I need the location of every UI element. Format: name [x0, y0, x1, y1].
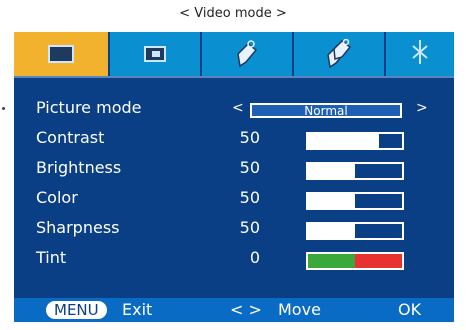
move-label: Move: [278, 300, 321, 319]
tab-screen[interactable]: [110, 32, 202, 76]
tab-lock[interactable]: [294, 32, 386, 76]
contrast-row[interactable]: Contrast 50: [14, 126, 454, 150]
move-keys: < >: [230, 300, 262, 319]
osd-caption: < Video mode >: [179, 6, 287, 21]
tint-red-fill: [355, 254, 402, 268]
picture-mode-next-arrow[interactable]: >: [416, 96, 428, 120]
slider-fill: [308, 164, 355, 178]
picture-mode-label: Picture mode: [36, 98, 142, 117]
setting-value: 50: [239, 188, 260, 207]
slider-fill: [308, 224, 355, 238]
setting-label: Contrast: [36, 128, 105, 147]
exit-label: Exit: [122, 300, 153, 319]
setting-value: 50: [239, 218, 260, 237]
tab-picture[interactable]: [14, 32, 110, 76]
screen-icon: [144, 46, 166, 62]
tab-setup[interactable]: [386, 32, 454, 76]
tint-label: Tint: [36, 248, 67, 267]
tint-row[interactable]: Tint 0: [14, 246, 454, 270]
setting-label: Brightness: [36, 158, 122, 177]
tint-slider[interactable]: [306, 252, 404, 270]
contrast-slider[interactable]: [306, 132, 404, 150]
picture-icon: [48, 45, 74, 63]
setting-value: 50: [239, 128, 260, 147]
margin-dot: [2, 107, 5, 110]
tab-bar: [14, 32, 454, 76]
setting-label: Color: [36, 188, 78, 207]
color-slider[interactable]: [306, 192, 404, 210]
brightness-row[interactable]: Brightness 50: [14, 156, 454, 180]
setting-label: Sharpness: [36, 218, 120, 237]
setting-value: 50: [239, 158, 260, 177]
tint-value: 0: [249, 248, 260, 267]
picture-mode-prev-arrow[interactable]: <: [232, 96, 244, 120]
sharpness-slider[interactable]: [306, 222, 404, 240]
tags-icon: [326, 39, 352, 69]
slider-fill: [308, 194, 355, 208]
setup-icon: [409, 38, 431, 70]
tab-option[interactable]: [202, 32, 294, 76]
brightness-slider[interactable]: [306, 162, 404, 180]
tab-divider: [14, 76, 454, 78]
tint-green-fill: [308, 254, 355, 268]
osd-footer: MENU Exit < > Move OK: [14, 298, 454, 322]
slider-fill: [308, 134, 379, 148]
osd-menu: Picture mode < Normal > Contrast 50 Brig…: [14, 32, 454, 322]
picture-mode-row[interactable]: Picture mode < Normal >: [14, 96, 454, 120]
sharpness-row[interactable]: Sharpness 50: [14, 216, 454, 240]
menu-key-badge[interactable]: MENU: [46, 301, 107, 319]
tag-icon: [236, 40, 258, 68]
ok-label: OK: [398, 300, 422, 319]
picture-mode-select[interactable]: Normal: [250, 103, 402, 118]
color-row[interactable]: Color 50: [14, 186, 454, 210]
